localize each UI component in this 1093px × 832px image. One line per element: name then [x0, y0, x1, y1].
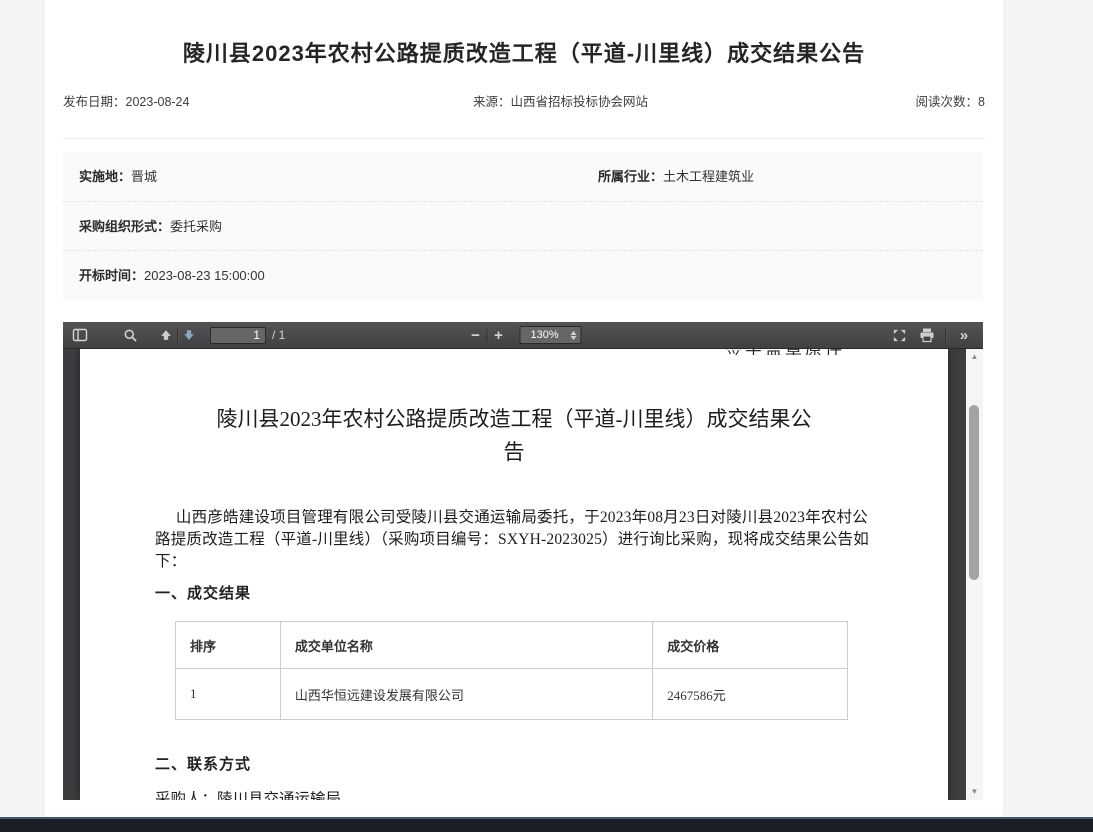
sidebar-toggle-button[interactable]	[69, 324, 91, 346]
section-heading-contact: 二、联系方式	[155, 753, 251, 774]
page: 陵川县2023年农村公路提质改造工程（平道-川里线）成交结果公告 发布日期：20…	[0, 0, 1093, 832]
zoom-in-button[interactable]: +	[488, 324, 510, 346]
article-meta: 发布日期：2023-08-24 来源：山西省招标投标协会网站 阅读次数：8	[63, 91, 985, 107]
plus-icon: +	[494, 327, 503, 344]
pdf-page: 签字盖章原件 陵川县2023年农村公路提质改造工程（平道-川里线）成交结果公告 …	[80, 349, 948, 800]
more-tools-button[interactable]: »	[953, 324, 975, 346]
bottom-bar	[0, 817, 1093, 832]
clipped-stamp-note: 签字盖章原件	[725, 349, 895, 355]
pdf-scrollbar[interactable]: ▲ ▼	[966, 349, 983, 800]
search-button[interactable]	[119, 324, 141, 346]
document-title: 陵川县2023年农村公路提质改造工程（平道-川里线）成交结果公告	[209, 403, 819, 468]
table-header-row: 排序 成交单位名称 成交价格	[176, 622, 848, 669]
pdf-viewer: / 1 − + 130%	[63, 322, 983, 800]
sidebar-toggle-icon	[72, 327, 88, 343]
field-label: 实施地：	[79, 169, 131, 184]
award-result-table: 排序 成交单位名称 成交价格 1 山西华恒远建设发展有限公司 2467586元	[175, 621, 848, 720]
field-value: 委托采购	[170, 219, 222, 234]
arrow-down-icon	[182, 328, 196, 342]
section-heading-result: 一、成交结果	[155, 582, 251, 603]
field-label: 采购组织形式：	[79, 219, 170, 234]
spinner-icon	[571, 331, 577, 340]
pdf-canvas-area: 签字盖章原件 陵川县2023年农村公路提质改造工程（平道-川里线）成交结果公告 …	[63, 349, 983, 800]
purchaser-line: 采购人：陵川县交通运输局	[155, 787, 341, 800]
scroll-down-icon[interactable]: ▼	[966, 787, 983, 797]
zoom-controls: − + 130%	[465, 324, 582, 346]
print-icon	[919, 327, 935, 343]
source: 来源：山西省招标投标协会网站	[473, 91, 648, 110]
zoom-out-button[interactable]: −	[465, 324, 487, 346]
cell-company: 山西华恒远建设发展有限公司	[280, 669, 652, 720]
field-value: 2023-08-23 15:00:00	[144, 268, 265, 283]
column-header-rank: 排序	[176, 622, 281, 669]
print-button[interactable]	[916, 324, 938, 346]
content-card: 陵川县2023年农村公路提质改造工程（平道-川里线）成交结果公告 发布日期：20…	[45, 0, 1003, 817]
header-divider	[63, 138, 985, 139]
zoom-level-value: 130%	[525, 329, 571, 341]
field-label: 开标时间：	[79, 268, 144, 283]
scrollbar-thumb[interactable]	[969, 405, 979, 580]
table-row: 1 山西华恒远建设发展有限公司 2467586元	[176, 669, 848, 720]
zoom-level-select[interactable]: 130%	[520, 326, 582, 344]
info-panel: 实施地：晋城 所属行业：土木工程建筑业 采购组织形式：委托采购 开标时间：202…	[63, 152, 983, 300]
previous-page-button[interactable]	[155, 324, 177, 346]
column-header-price: 成交价格	[653, 622, 848, 669]
field-value: 土木工程建筑业	[663, 169, 754, 184]
field-value: 晋城	[131, 169, 157, 184]
toolbar-right-group: »	[888, 324, 983, 346]
chevron-double-right-icon: »	[960, 327, 968, 344]
info-row-industry: 所属行业：土木工程建筑业	[598, 152, 754, 201]
pdf-toolbar: / 1 − + 130%	[63, 322, 983, 349]
scroll-up-icon[interactable]: ▲	[966, 352, 983, 362]
publish-date: 发布日期：2023-08-24	[63, 91, 189, 110]
page-count-label: / 1	[272, 328, 285, 342]
view-count: 阅读次数：8	[916, 91, 985, 110]
next-page-button[interactable]	[178, 324, 200, 346]
cell-rank: 1	[176, 669, 281, 720]
fullscreen-icon	[892, 328, 907, 343]
info-row-bid-opening-time: 开标时间：2023-08-23 15:00:00	[63, 250, 983, 299]
column-header-company: 成交单位名称	[280, 622, 652, 669]
minus-icon: −	[471, 327, 480, 344]
info-row-location: 实施地：晋城 所属行业：土木工程建筑业	[63, 152, 983, 201]
page-title: 陵川县2023年农村公路提质改造工程（平道-川里线）成交结果公告	[45, 36, 1003, 68]
field-label: 所属行业：	[598, 169, 663, 184]
cell-price: 2467586元	[653, 669, 848, 720]
presentation-mode-button[interactable]	[888, 324, 910, 346]
page-number-input[interactable]	[210, 327, 266, 344]
arrow-up-icon	[159, 328, 173, 342]
search-icon	[123, 328, 138, 343]
document-paragraph: 山西彦皓建设项目管理有限公司受陵川县交通运输局委托，于2023年08月23日对陵…	[155, 507, 877, 573]
info-row-procurement-type: 采购组织形式：委托采购	[63, 201, 983, 250]
